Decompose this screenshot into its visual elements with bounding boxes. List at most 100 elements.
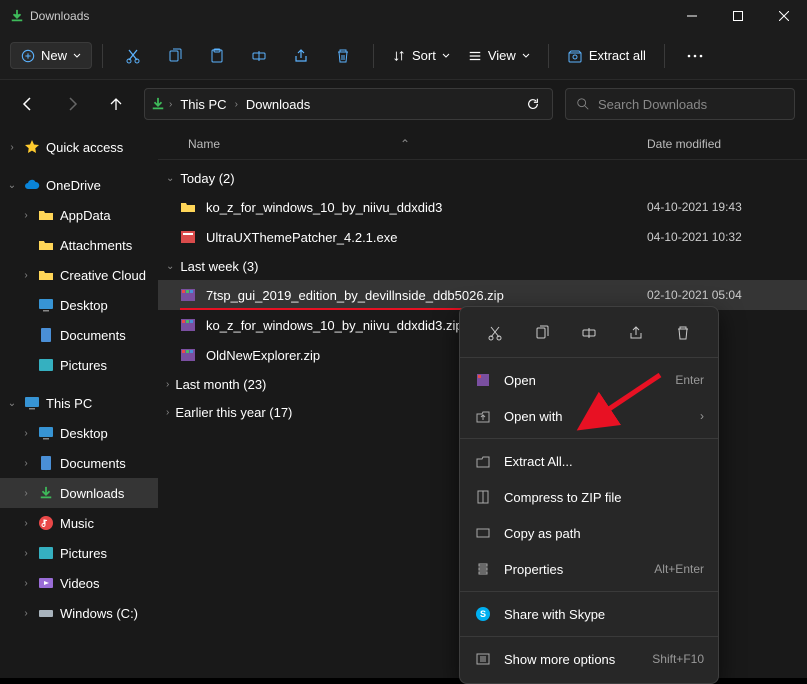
chevron-right-icon: › [166,407,169,418]
extract-icon [567,48,583,64]
chevron-down-icon: ⌄ [6,398,18,409]
sidebar-item-videos[interactable]: ›Videos [0,568,158,598]
ctx-copy-button[interactable] [524,319,560,347]
file-date: 04-10-2021 19:43 [647,200,807,214]
sidebar-item-thispc[interactable]: ⌄This PC [0,388,158,418]
ctx-label: Show more options [504,652,640,667]
sidebar-item-attachments[interactable]: Attachments [0,230,158,260]
desktop-icon [38,297,54,313]
ctx-delete-button[interactable] [665,319,701,347]
properties-icon [474,560,492,578]
group-today[interactable]: ⌄Today (2) [158,164,807,192]
path-bar[interactable]: › This PC › Downloads [144,88,553,120]
sidebar-item-downloads[interactable]: ›Downloads [0,478,158,508]
sidebar-item-label: Videos [60,576,100,591]
plus-circle-icon [21,49,35,63]
cut-button[interactable] [113,38,153,74]
sidebar-item-music[interactable]: ›Music [0,508,158,538]
sidebar-item-pictures-od[interactable]: Pictures [0,350,158,380]
view-button[interactable]: View [460,43,538,68]
search-placeholder: Search Downloads [598,97,707,112]
forward-button[interactable] [56,88,88,120]
maximize-button[interactable] [715,0,761,32]
group-lastweek[interactable]: ⌄Last week (3) [158,252,807,280]
file-row[interactable]: ko_z_for_windows_10_by_niivu_ddxdid304-1… [158,192,807,222]
extract-label: Extract all [589,48,646,63]
extract-icon [474,452,492,470]
sidebar-item-documents-od[interactable]: Documents [0,320,158,350]
context-icon-row [460,313,718,358]
sidebar: › Quick access ⌄OneDrive ›AppData Attachm… [0,128,158,678]
ctx-label: Share with Skype [504,607,704,622]
refresh-button[interactable] [522,97,544,111]
file-row[interactable]: UltraUXThemePatcher_4.2.1.exe04-10-2021 … [158,222,807,252]
disk-icon [38,605,54,621]
context-menu: OpenEnter Open with› Extract All... Comp… [459,306,719,684]
chevron-right-icon: › [235,99,238,110]
zip-icon [180,347,196,363]
column-name[interactable]: Name ⌃ [158,137,647,151]
sidebar-item-label: Documents [60,456,126,471]
sidebar-item-pictures[interactable]: ›Pictures [0,538,158,568]
paste-button[interactable] [197,38,237,74]
chevron-down-icon [522,52,530,60]
minimize-button[interactable] [669,0,715,32]
rename-button[interactable] [239,38,279,74]
new-button[interactable]: New [10,42,92,69]
pictures-icon [38,545,54,561]
ctx-showmore[interactable]: Show more options Shift+F10 [460,641,718,677]
sort-button[interactable]: Sort [384,43,458,68]
zip-icon [180,287,196,303]
sidebar-item-creative[interactable]: ›Creative Cloud [0,260,158,290]
ctx-label: Properties [504,562,642,577]
back-button[interactable] [12,88,44,120]
ctx-rename-button[interactable] [571,319,607,347]
file-name: 7tsp_gui_2019_edition_by_devillnside_ddb… [206,288,647,303]
sidebar-item-label: Pictures [60,358,107,373]
view-icon [468,49,482,63]
column-date[interactable]: Date modified [647,137,807,151]
ctx-key: Shift+F10 [652,652,704,666]
sidebar-item-label: Attachments [60,238,132,253]
chevron-right-icon: › [6,142,18,153]
ctx-share-button[interactable] [618,319,654,347]
sidebar-item-documents[interactable]: ›Documents [0,448,158,478]
up-button[interactable] [100,88,132,120]
ctx-open[interactable]: OpenEnter [460,362,718,398]
sidebar-item-onedrive[interactable]: ⌄OneDrive [0,170,158,200]
column-name-label: Name [188,137,220,151]
file-date: 04-10-2021 10:32 [647,230,807,244]
sidebar-item-label: Quick access [46,140,123,155]
sidebar-item-quickaccess[interactable]: › Quick access [0,132,158,162]
ctx-skype[interactable]: S Share with Skype [460,596,718,632]
ctx-cut-button[interactable] [477,319,513,347]
search-input[interactable]: Search Downloads [565,88,795,120]
skype-icon: S [474,605,492,623]
sort-indicator-icon: ⌃ [400,137,410,151]
sidebar-item-label: Downloads [60,486,124,501]
sidebar-item-label: Documents [60,328,126,343]
ctx-openwith[interactable]: Open with› [460,398,718,434]
ctx-copypath[interactable]: Copy as path [460,515,718,551]
ctx-properties[interactable]: Properties Alt+Enter [460,551,718,587]
sidebar-item-appdata[interactable]: ›AppData [0,200,158,230]
extract-all-button[interactable]: Extract all [559,43,654,69]
copy-button[interactable] [155,38,195,74]
crumb-downloads[interactable]: Downloads [242,97,314,112]
copypath-icon [474,524,492,542]
sidebar-item-desktop[interactable]: ›Desktop [0,418,158,448]
group-label: Last month (23) [175,377,266,392]
sidebar-item-label: Windows (C:) [60,606,138,621]
crumb-thispc[interactable]: This PC [176,97,230,112]
share-button[interactable] [281,38,321,74]
sort-icon [392,49,406,63]
sidebar-item-windowsc[interactable]: ›Windows (C:) [0,598,158,628]
ctx-extract-all[interactable]: Extract All... [460,443,718,479]
ctx-compress[interactable]: Compress to ZIP file [460,479,718,515]
ctx-key: Alt+Enter [654,562,704,576]
more-button[interactable] [675,38,715,74]
chevron-right-icon: › [169,99,172,110]
delete-button[interactable] [323,38,363,74]
sidebar-item-desktop-od[interactable]: Desktop [0,290,158,320]
close-button[interactable] [761,0,807,32]
